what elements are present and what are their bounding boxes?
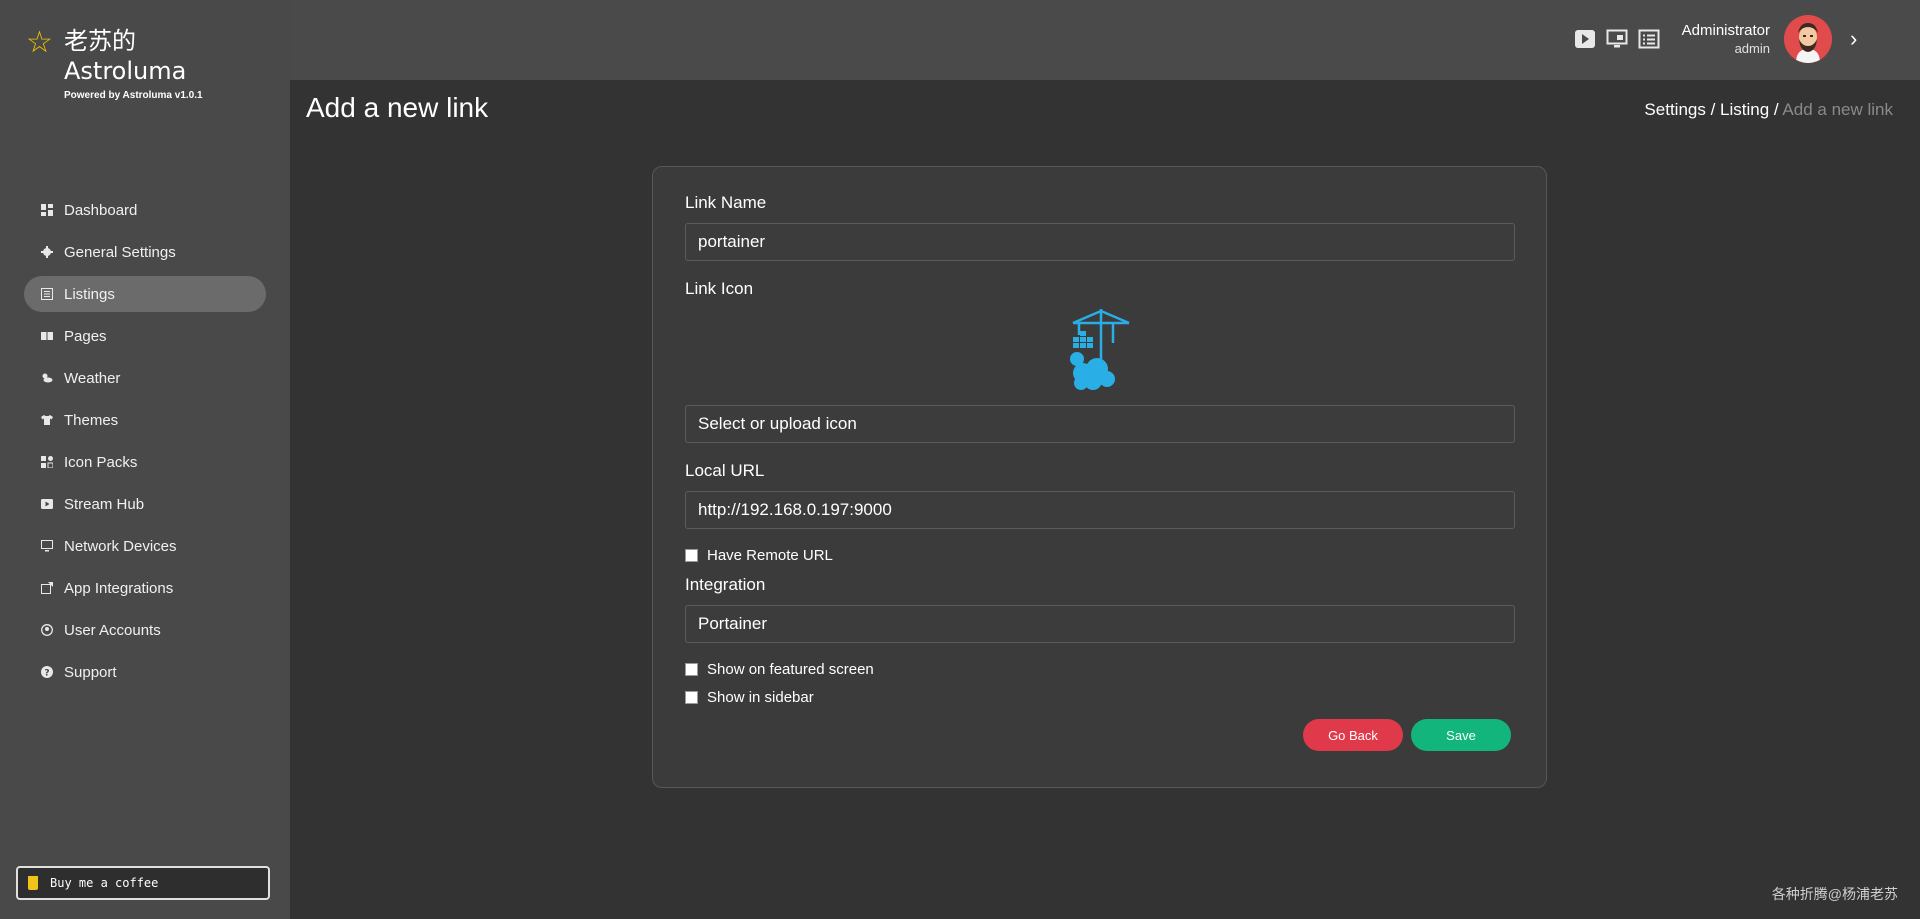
sidebar-checkbox-label: Show in sidebar [707,689,814,706]
sidebar: ☆ 老苏的 Astroluma Powered by Astroluma v1.… [0,0,290,919]
sidebar-item-network-devices[interactable]: Network Devices [24,528,266,564]
sidebar-checkbox-row[interactable]: Show in sidebar [685,689,814,706]
monitor-icon[interactable] [1605,28,1629,50]
topbar: Administrator admin › [290,0,1920,80]
sidebar-item-label: Support [64,663,117,681]
buy-coffee-label: Buy me a coffee [50,876,159,890]
breadcrumb-listing[interactable]: Listing / [1720,100,1779,119]
sidebar-item-app-integrations[interactable]: App Integrations [24,570,266,606]
link-name-label: Link Name [685,193,767,212]
sidebar-item-stream-hub[interactable]: Stream Hub [24,486,266,522]
brand-title-line1: 老苏的 [64,27,136,55]
play-icon[interactable] [1573,28,1597,50]
sidebar-item-pages[interactable]: Pages [24,318,266,354]
local-url-label: Local URL [685,461,765,480]
sidebar-item-general-settings[interactable]: General Settings [24,234,266,270]
go-back-button[interactable]: Go Back [1303,719,1403,751]
weather-icon [40,371,54,385]
sidebar-item-label: Weather [64,369,121,387]
external-link-icon [40,581,54,595]
integration-select[interactable] [685,605,1515,643]
sidebar-item-label: Pages [64,327,107,345]
user-info[interactable]: Administrator admin [1670,22,1770,56]
topbar-icons [1573,28,1661,50]
sidebar-item-themes[interactable]: Themes [24,402,266,438]
featured-label: Show on featured screen [707,661,874,678]
sidebar-item-listings[interactable]: Listings [24,276,266,312]
sidebar-item-label: Dashboard [64,201,138,219]
sidebar-item-label: Themes [64,411,119,429]
svg-text:?: ? [44,668,49,678]
add-link-form: Link Name Link Icon Local U [652,166,1547,788]
remote-url-label: Have Remote URL [707,547,833,564]
sidebar-item-user-accounts[interactable]: User Accounts [24,612,266,648]
list-icon[interactable] [1637,28,1661,50]
breadcrumb: Settings / Listing / Add a new link [1644,100,1893,120]
list-icon [40,287,54,301]
coffee-cup-icon [28,876,38,890]
featured-checkbox[interactable] [685,663,698,676]
breadcrumb-settings[interactable]: Settings / [1644,100,1715,119]
link-name-input[interactable] [685,223,1515,261]
book-icon [40,329,54,343]
sidebar-item-label: General Settings [64,243,176,261]
play-icon [40,497,54,511]
link-icon-label: Link Icon [685,279,754,298]
featured-checkbox-row[interactable]: Show on featured screen [685,661,874,678]
sidebar-item-label: User Accounts [64,621,161,639]
sidebar-item-label: Listings [64,285,115,303]
avatar[interactable] [1784,15,1832,63]
breadcrumb-current: Add a new link [1782,100,1893,119]
save-button[interactable]: Save [1411,719,1511,751]
sidebar-item-label: Network Devices [64,537,177,555]
sidebar-item-support[interactable]: ? Support [24,654,266,690]
brand[interactable]: ☆ 老苏的 Astroluma Powered by Astroluma v1.… [26,26,203,101]
sidebar-item-dashboard[interactable]: Dashboard [24,192,266,228]
question-icon: ? [40,665,54,679]
brand-subtitle: Powered by Astroluma v1.0.1 [64,90,203,101]
local-url-input[interactable] [685,491,1515,529]
integration-label: Integration [685,575,766,594]
sidebar-nav: Dashboard General Settings Listings Page… [24,192,266,696]
remote-url-checkbox-row[interactable]: Have Remote URL [685,547,833,564]
sidebar-checkbox[interactable] [685,691,698,704]
user-role: Administrator [1681,22,1770,39]
icon-select-input[interactable] [685,405,1515,443]
user-name: admin [1734,41,1770,56]
brand-title-line2: Astroluma [64,57,187,85]
sidebar-item-weather[interactable]: Weather [24,360,266,396]
sidebar-item-label: Icon Packs [64,453,138,471]
remote-url-checkbox[interactable] [685,549,698,562]
shirt-icon [40,413,54,427]
icon-packs-icon [40,455,54,469]
sidebar-item-icon-packs[interactable]: Icon Packs [24,444,266,480]
star-logo-icon: ☆ [26,26,53,59]
buy-coffee-button[interactable]: Buy me a coffee [16,866,270,900]
gear-icon [40,245,54,259]
sidebar-item-label: App Integrations [64,579,174,597]
user-circle-icon [40,623,54,637]
monitor-icon [40,539,54,553]
dashboard-icon [40,203,54,217]
portainer-icon [1067,307,1133,391]
page-title: Add a new link [306,92,489,123]
watermark: 各种折腾@杨浦老苏 [1771,886,1898,902]
chevron-right-icon[interactable]: › [1850,26,1857,52]
sidebar-item-label: Stream Hub [64,495,145,513]
